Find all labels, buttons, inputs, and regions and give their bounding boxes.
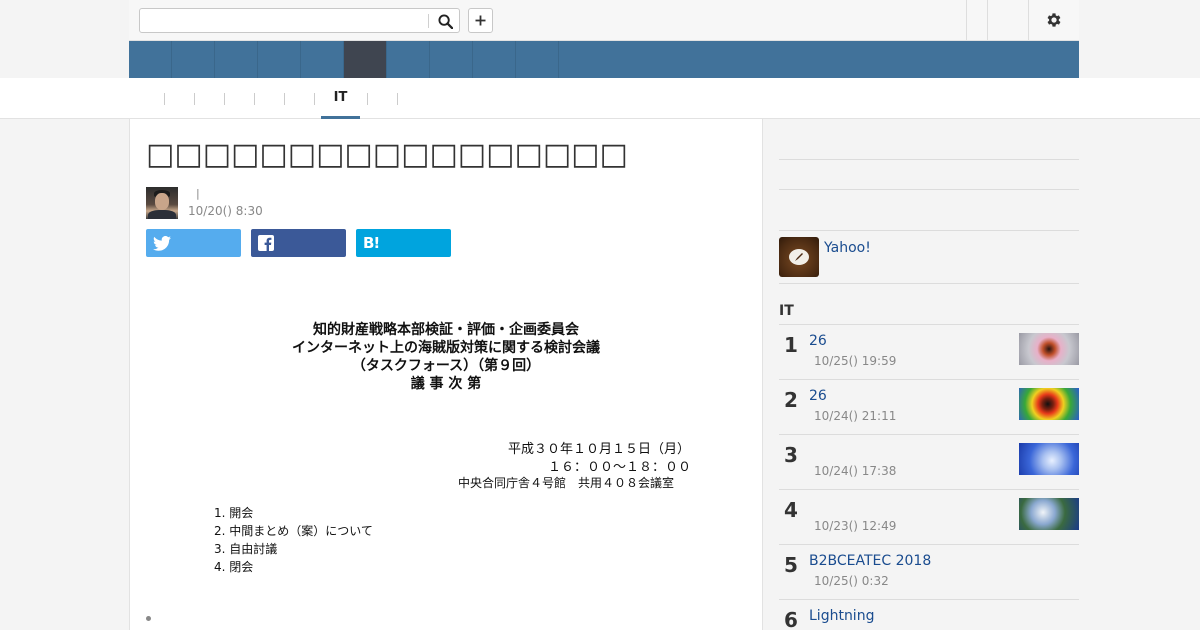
search-input[interactable] <box>144 11 424 30</box>
article-timestamp: 10/20() 8:30 <box>188 204 263 218</box>
ranking-item[interactable]: 5 B2BCEATEC 2018 10/25() 0:32 <box>779 544 1079 599</box>
search-button[interactable] <box>434 11 456 31</box>
sidebar-divider <box>779 230 1079 231</box>
subnav-divider <box>397 93 398 105</box>
add-button[interactable] <box>468 8 493 33</box>
search-icon <box>437 13 453 29</box>
earth-thumbnail[interactable] <box>1019 498 1079 530</box>
ranking-title[interactable]: 26 <box>809 333 827 349</box>
topbar-divider <box>966 0 967 40</box>
subnav-divider <box>224 93 225 105</box>
ranking-item[interactable]: 1 26 10/25() 19:59 <box>779 324 1079 379</box>
ranking-time: 10/25() 0:32 <box>814 574 889 588</box>
agenda-item: 2. 中間まとめ（案）について <box>214 524 373 538</box>
topbar-divider <box>987 0 988 40</box>
meeting-agenda-image: 知的財産戦略本部検証・評価・企画委員会 インターネット上の海賊版対策に関する検討… <box>146 309 746 609</box>
rank-number: 5 <box>784 553 798 577</box>
nav-item[interactable] <box>473 41 516 78</box>
ranking-title[interactable]: B2BCEATEC 2018 <box>809 553 931 569</box>
sub-nav: IT <box>0 78 1200 119</box>
byline-separator: | <box>196 187 200 200</box>
ranking-title[interactable]: 26 <box>809 388 827 404</box>
radar-thumbnail[interactable] <box>1019 388 1079 420</box>
subnav-divider <box>367 93 368 105</box>
sidebar-divider <box>779 189 1079 190</box>
ranking-time: 10/23() 12:49 <box>814 519 897 533</box>
agenda-item: 3. 自由討議 <box>214 542 278 556</box>
page: IT □□□□□□□□□□□□□□□□□ | 10/20() 8:30 B! 知… <box>0 0 1200 630</box>
rank-number: 2 <box>784 388 798 412</box>
ranking-item[interactable]: 6 Lightning <box>779 599 1079 630</box>
typhoon-thumbnail[interactable] <box>1019 333 1079 365</box>
nav-item[interactable] <box>129 41 172 78</box>
nav-item[interactable] <box>301 41 344 78</box>
sidebar-divider <box>779 283 1079 284</box>
subnav-divider <box>194 93 195 105</box>
ranking-item[interactable]: 2 26 10/24() 21:11 <box>779 379 1079 434</box>
article-headline: □□□□□□□□□□□□□□□□□ <box>146 137 628 172</box>
article: □□□□□□□□□□□□□□□□□ | 10/20() 8:30 B! 知的財産… <box>129 119 763 630</box>
nav-item[interactable] <box>387 41 430 78</box>
subnav-divider <box>164 93 165 105</box>
agenda-title-line: 議 事 次 第 <box>410 376 482 392</box>
satellite-thumbnail[interactable] <box>1019 443 1079 475</box>
topbar-divider <box>1028 0 1029 40</box>
author-avatar[interactable] <box>146 187 178 219</box>
sidebar: Yahoo! IT 1 26 10/25() 19:59 2 26 10/24(… <box>779 119 1079 630</box>
top-bar <box>129 0 1079 41</box>
agenda-date: 平成３０年１０月１５日（月） <box>508 442 691 457</box>
ranking-item[interactable]: 3 10/24() 17:38 <box>779 434 1079 489</box>
twitter-share-button[interactable] <box>146 229 241 257</box>
pen-icon <box>795 253 803 261</box>
ranking-heading: IT <box>779 303 794 319</box>
nav-item[interactable] <box>430 41 473 78</box>
facebook-share-button[interactable] <box>251 229 346 257</box>
agenda-item: 1. 開会 <box>214 506 254 520</box>
ranking-time: 10/24() 21:11 <box>814 409 897 423</box>
sidebar-divider <box>779 159 1079 160</box>
agenda-title-line: インターネット上の海賊版対策に関する検討会議 <box>292 340 600 356</box>
twitter-icon <box>153 235 171 251</box>
search-box <box>139 8 460 33</box>
rank-number: 6 <box>784 608 798 630</box>
plus-icon <box>475 15 486 26</box>
rank-number: 1 <box>784 333 798 357</box>
nav-item-active[interactable] <box>344 41 387 78</box>
tab-it[interactable]: IT <box>321 89 360 119</box>
facebook-icon <box>258 235 274 251</box>
category-nav <box>129 41 1079 78</box>
gear-icon <box>1047 13 1061 27</box>
search-divider <box>428 14 429 28</box>
ranking-time: 10/25() 19:59 <box>814 354 897 368</box>
ranking-title[interactable]: Lightning <box>809 608 874 624</box>
agenda-time: １６：００～１８：００ <box>548 460 692 475</box>
nav-item[interactable] <box>516 41 559 78</box>
agenda-item: 4. 閉会 <box>214 560 254 574</box>
subnav-divider <box>314 93 315 105</box>
hatena-icon: B! <box>363 234 380 252</box>
yahoo-news-icon[interactable] <box>779 237 819 277</box>
nav-item[interactable] <box>258 41 301 78</box>
settings-button[interactable] <box>1042 9 1066 31</box>
nav-item[interactable] <box>172 41 215 78</box>
yahoo-link[interactable]: Yahoo! <box>824 240 871 256</box>
hatena-bookmark-button[interactable]: B! <box>356 229 451 257</box>
rank-number: 4 <box>784 498 798 522</box>
ranking-item[interactable]: 4 10/23() 12:49 <box>779 489 1079 544</box>
list-bullet <box>146 616 151 621</box>
agenda-title-line: 知的財産戦略本部検証・評価・企画委員会 <box>313 322 579 338</box>
rank-number: 3 <box>784 443 798 467</box>
nav-item[interactable] <box>215 41 258 78</box>
subnav-divider <box>284 93 285 105</box>
agenda-venue: 中央合同庁舎４号館 共用４０８会議室 <box>458 476 675 490</box>
agenda-title-line: （タスクフォース）（第９回） <box>351 358 541 374</box>
subnav-divider <box>254 93 255 105</box>
ranking-time: 10/24() 17:38 <box>814 464 897 478</box>
